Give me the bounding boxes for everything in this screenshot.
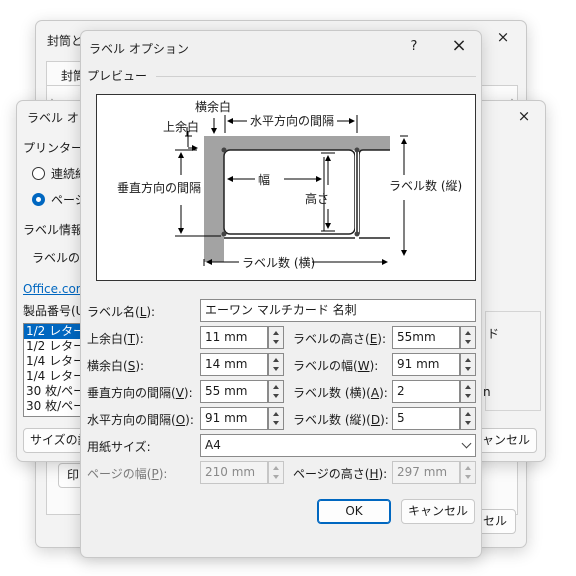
top-margin-spinner[interactable] xyxy=(268,326,284,349)
page-height-input: 297 mm xyxy=(392,461,460,484)
label-info-heading: ラベル情報 xyxy=(23,223,84,237)
label-width-input[interactable]: 91 mm xyxy=(392,353,460,376)
label-name-label: ラベル名(L): xyxy=(87,305,156,319)
vertical-pitch-spinner[interactable] xyxy=(268,380,284,403)
side-margin-strip xyxy=(204,136,224,262)
vertical-pitch-label: 垂直方向の間隔(V): xyxy=(87,386,193,400)
top-margin-strip xyxy=(204,136,390,150)
horizontal-pitch-label: 水平方向の間隔(O): xyxy=(87,413,194,427)
diagram-vertical-pitch: 垂直方向の間隔 xyxy=(117,181,202,195)
label-name-input[interactable]: エーワン マルチカード 名刺 xyxy=(200,299,476,322)
envelopes-cancel-label: セル xyxy=(482,514,507,528)
number-across-label: ラベル数 (横)(A): xyxy=(293,386,388,400)
office-com-link[interactable]: Office.com xyxy=(23,281,87,297)
diagram-top-margin: 上余白 xyxy=(163,120,200,134)
preview-heading: プレビュー xyxy=(87,69,148,83)
corner-dot xyxy=(354,147,360,153)
page-size-value: A4 xyxy=(205,438,221,452)
page-size-select[interactable]: A4 xyxy=(200,434,476,457)
label-cell xyxy=(358,149,390,234)
label-info-text: n xyxy=(483,385,491,399)
diagram-width: 幅 xyxy=(258,173,271,187)
vertical-pitch-input[interactable]: 55 mm xyxy=(200,380,268,403)
close-icon[interactable]: × xyxy=(444,36,474,56)
side-margin-label: 横余白(S): xyxy=(87,359,145,373)
top-margin-input[interactable]: 11 mm xyxy=(200,326,268,349)
number-down-spinner[interactable] xyxy=(460,407,476,430)
chevron-down-icon xyxy=(461,438,472,449)
label-width-spinner[interactable] xyxy=(460,353,476,376)
label-info-text: ド xyxy=(487,327,500,341)
page-width-input: 210 mm xyxy=(200,461,268,484)
page-printer-radio[interactable] xyxy=(32,193,45,206)
horizontal-pitch-spinner[interactable] xyxy=(268,407,284,430)
dialog-title: ラベル オプション xyxy=(89,42,189,56)
number-down-label: ラベル数 (縦)(D): xyxy=(293,413,389,427)
top-margin-label: 上余白(T): xyxy=(87,332,144,346)
diagram-horizontal-pitch: 水平方向の間隔 xyxy=(250,114,335,128)
close-icon[interactable]: × xyxy=(509,106,539,126)
label-cell xyxy=(223,149,356,235)
ok-button[interactable]: OK xyxy=(317,499,391,524)
page-width-spinner xyxy=(268,461,284,484)
printer-heading: プリンター xyxy=(23,141,84,155)
diagram-labels-across: ラベル数 (横) xyxy=(242,256,316,270)
product-number-label: 製品番号(U xyxy=(23,304,85,318)
corner-dot xyxy=(221,231,227,237)
label-preview: 横余白 上余白 水平方向の間隔 垂直方向の間隔 幅 高さ ラベル数 (縦) ラベ… xyxy=(96,94,476,281)
diagram-height: 高さ xyxy=(305,192,330,206)
diagram-labels-down: ラベル数 (縦) xyxy=(389,179,463,193)
label-options-dialog: ラベル オプション ? × プレビュー 横余白 上余白 水平方向の間隔 垂直方向… xyxy=(80,30,482,558)
label-width-label: ラベルの幅(W): xyxy=(293,359,379,373)
help-icon[interactable]: ? xyxy=(399,37,429,57)
page-height-label: ページの高さ(H): xyxy=(293,467,388,481)
side-margin-spinner[interactable] xyxy=(268,353,284,376)
corner-dot xyxy=(354,231,360,237)
page-height-spinner xyxy=(460,461,476,484)
number-across-input[interactable]: 2 xyxy=(392,380,460,403)
continuous-feed-radio[interactable] xyxy=(32,167,45,180)
close-icon[interactable]: × xyxy=(488,27,518,47)
cancel-button[interactable]: キャンセル xyxy=(401,499,475,524)
diagram-side-margin: 横余白 xyxy=(195,100,232,114)
corner-dot xyxy=(221,147,227,153)
side-margin-input[interactable]: 14 mm xyxy=(200,353,268,376)
label-height-spinner[interactable] xyxy=(460,326,476,349)
label-height-input[interactable]: 55mm xyxy=(392,326,460,349)
preview-separator xyxy=(156,76,476,77)
page-width-label: ページの幅(P): xyxy=(87,467,168,481)
number-across-spinner[interactable] xyxy=(460,380,476,403)
label-height-label: ラベルの高さ(E): xyxy=(293,332,387,346)
page-size-label: 用紙サイズ: xyxy=(87,440,151,454)
horizontal-pitch-input[interactable]: 91 mm xyxy=(200,407,268,430)
number-down-input[interactable]: 5 xyxy=(392,407,460,430)
print-button-label: 印 xyxy=(67,468,80,482)
